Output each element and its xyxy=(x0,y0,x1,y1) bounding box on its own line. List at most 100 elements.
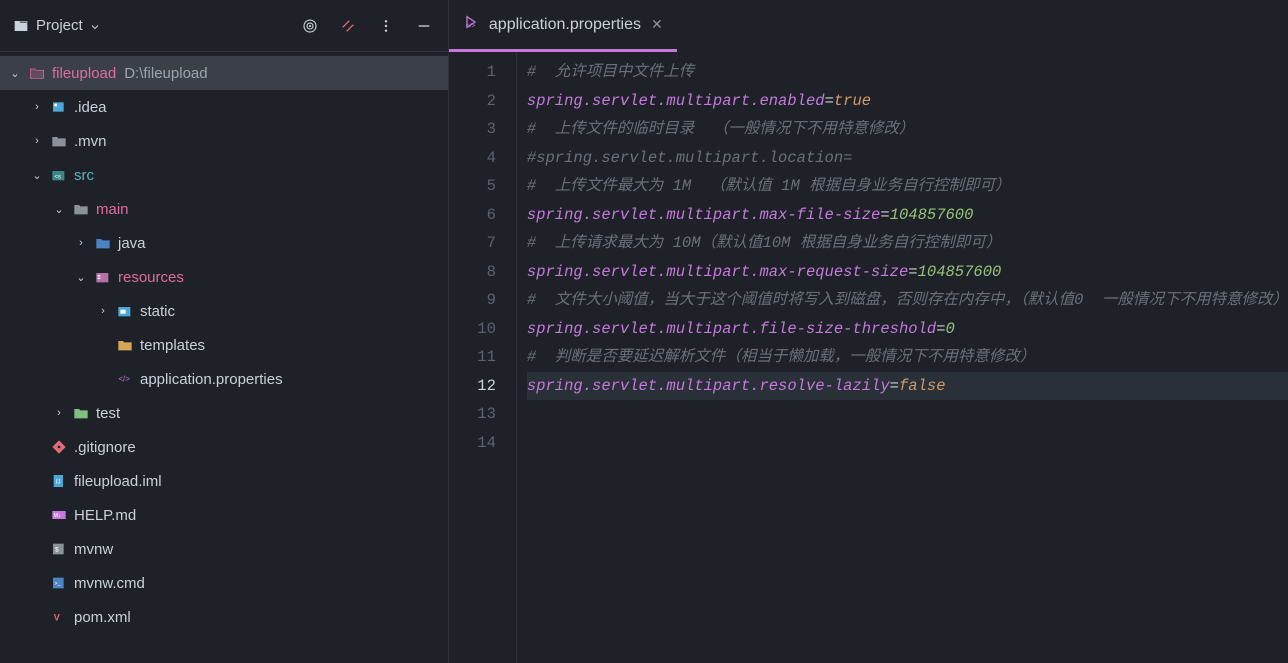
code-editor[interactable]: 1234567891011121314 # 允许项目中文件上传spring.se… xyxy=(449,52,1288,663)
tree-item-test[interactable]: › test xyxy=(0,396,448,430)
tree-item-resources[interactable]: ⌄ resources xyxy=(0,260,448,294)
tree-item--mvn[interactable]: › .mvn xyxy=(0,124,448,158)
svg-text:IJ: IJ xyxy=(56,480,61,486)
tree-item-path: D:\fileupload xyxy=(124,65,207,82)
tree-item-label: application.properties xyxy=(140,371,283,388)
minimize-icon[interactable] xyxy=(414,16,434,36)
tree-item-label: static xyxy=(140,303,175,320)
tree-item-pom-xml[interactable]: ›Vpom.xml xyxy=(0,600,448,634)
chevron-right-icon[interactable]: › xyxy=(52,407,66,419)
tree-item--gitignore[interactable]: ›.gitignore xyxy=(0,430,448,464)
svg-text:<s: <s xyxy=(54,174,61,180)
code-line[interactable]: # 上传文件最大为 1M （默认值 1M 根据自身业务自行控制即可） xyxy=(527,172,1288,201)
svg-text:$: $ xyxy=(55,547,59,554)
code-line[interactable]: spring.servlet.multipart.max-request-siz… xyxy=(527,258,1288,287)
tree-item-src[interactable]: ⌄ <s src xyxy=(0,158,448,192)
svg-text:</>: </> xyxy=(466,22,476,29)
file-md-icon: M↓ xyxy=(50,507,68,523)
chevron-down-icon[interactable]: ⌄ xyxy=(8,67,22,80)
line-number: 7 xyxy=(449,229,496,258)
svg-text:M↓: M↓ xyxy=(54,513,61,519)
code-line[interactable]: spring.servlet.multipart.resolve-lazily=… xyxy=(527,372,1288,401)
line-number: 4 xyxy=(449,144,496,173)
file-sh-icon: $ xyxy=(50,541,68,557)
chevron-down-icon xyxy=(89,20,101,32)
folder-src-icon: <s xyxy=(50,167,68,183)
project-selector[interactable]: Project xyxy=(8,17,101,34)
tree-item-fileupload-iml[interactable]: ›IJfileupload.iml xyxy=(0,464,448,498)
chevron-down-icon[interactable]: ⌄ xyxy=(74,271,88,284)
folder-static-icon xyxy=(116,303,134,319)
code-line[interactable]: # 文件大小阈值，当大于这个阈值时将写入到磁盘，否则存在内存中，（默认值0 一般… xyxy=(527,286,1288,315)
sidebar-header: Project xyxy=(0,0,448,52)
tree-item-label: mvnw xyxy=(74,541,113,558)
tree-item-java[interactable]: ›java xyxy=(0,226,448,260)
code-line[interactable] xyxy=(527,400,1288,429)
tree-item-label: .gitignore xyxy=(74,439,136,456)
more-icon[interactable] xyxy=(376,16,396,36)
folder-gray-icon xyxy=(50,133,68,149)
editor-tabs: </> application.properties ✕ xyxy=(449,0,1288,52)
tree-item-application-properties[interactable]: ›</>application.properties xyxy=(0,362,448,396)
line-number: 11 xyxy=(449,343,496,372)
line-number: 8 xyxy=(449,258,496,287)
collapse-icon[interactable] xyxy=(338,16,358,36)
tree-item-main[interactable]: ⌄main xyxy=(0,192,448,226)
file-xml-icon: V xyxy=(50,609,68,625)
tree-item--idea[interactable]: ›.idea xyxy=(0,90,448,124)
folder-blue-icon xyxy=(94,235,112,251)
editor-area: </> application.properties ✕ 12345678910… xyxy=(449,0,1288,663)
tree-item-label: HELP.md xyxy=(74,507,136,524)
folder-gray-icon xyxy=(72,201,90,217)
code-line[interactable]: spring.servlet.multipart.file-size-thres… xyxy=(527,315,1288,344)
chevron-right-icon[interactable]: › xyxy=(30,101,44,113)
tree-item-label: test xyxy=(96,405,120,422)
folder-test-icon xyxy=(72,405,90,421)
close-icon[interactable]: ✕ xyxy=(651,16,663,33)
chevron-down-icon[interactable]: ⌄ xyxy=(30,169,44,182)
target-icon[interactable] xyxy=(300,16,320,36)
chevron-right-icon[interactable]: › xyxy=(74,237,88,249)
tree-item-label: src xyxy=(74,167,94,184)
chevron-down-icon[interactable]: ⌄ xyxy=(52,203,66,216)
line-number: 5 xyxy=(449,172,496,201)
project-sidebar: Project ⌄fileuploadD:\fil xyxy=(0,0,449,663)
folder-pink-icon xyxy=(28,65,46,81)
file-props-icon: </> xyxy=(116,371,134,387)
tree-item-mvnw-cmd[interactable]: ›>_mvnw.cmd xyxy=(0,566,448,600)
tree-item-label: mvnw.cmd xyxy=(74,575,145,592)
code-content[interactable]: # 允许项目中文件上传spring.servlet.multipart.enab… xyxy=(517,52,1288,663)
code-line[interactable]: spring.servlet.multipart.enabled=true xyxy=(527,87,1288,116)
tree-item-static[interactable]: › static xyxy=(0,294,448,328)
tab-label: application.properties xyxy=(489,16,641,34)
tree-item-label: .mvn xyxy=(74,133,107,150)
chevron-right-icon[interactable]: › xyxy=(96,305,110,317)
svg-text:>_: >_ xyxy=(54,581,61,587)
tree-item-fileupload[interactable]: ⌄fileuploadD:\fileupload xyxy=(0,56,448,90)
tab-application-properties[interactable]: </> application.properties ✕ xyxy=(449,0,677,52)
tree-item-help-md[interactable]: ›M↓HELP.md xyxy=(0,498,448,532)
line-number: 6 xyxy=(449,201,496,230)
chevron-right-icon[interactable]: › xyxy=(30,135,44,147)
tree-item-label: resources xyxy=(118,269,184,286)
tree-item-label: templates xyxy=(140,337,205,354)
tree-item-mvnw[interactable]: ›$mvnw xyxy=(0,532,448,566)
code-line[interactable]: # 上传文件的临时目录 （一般情况下不用特意修改） xyxy=(527,115,1288,144)
code-line[interactable]: spring.servlet.multipart.max-file-size=1… xyxy=(527,201,1288,230)
svg-text:</>: </> xyxy=(118,375,130,384)
code-line[interactable] xyxy=(527,429,1288,458)
project-label: Project xyxy=(36,17,83,34)
code-line[interactable]: # 上传请求最大为 10M（默认值10M 根据自身业务自行控制即可） xyxy=(527,229,1288,258)
code-line[interactable]: # 允许项目中文件上传 xyxy=(527,58,1288,87)
file-git-icon xyxy=(50,439,68,455)
tree-item-templates[interactable]: ›templates xyxy=(0,328,448,362)
line-number: 12 xyxy=(449,372,496,401)
line-number: 3 xyxy=(449,115,496,144)
code-line[interactable]: # 判断是否要延迟解析文件（相当于懒加载，一般情况下不用特意修改） xyxy=(527,343,1288,372)
file-props-icon: </> xyxy=(463,14,479,35)
line-number: 2 xyxy=(449,87,496,116)
code-line[interactable]: #spring.servlet.multipart.location= xyxy=(527,144,1288,173)
file-cmd-icon: >_ xyxy=(50,575,68,591)
line-number: 10 xyxy=(449,315,496,344)
tree-item-label: pom.xml xyxy=(74,609,131,626)
